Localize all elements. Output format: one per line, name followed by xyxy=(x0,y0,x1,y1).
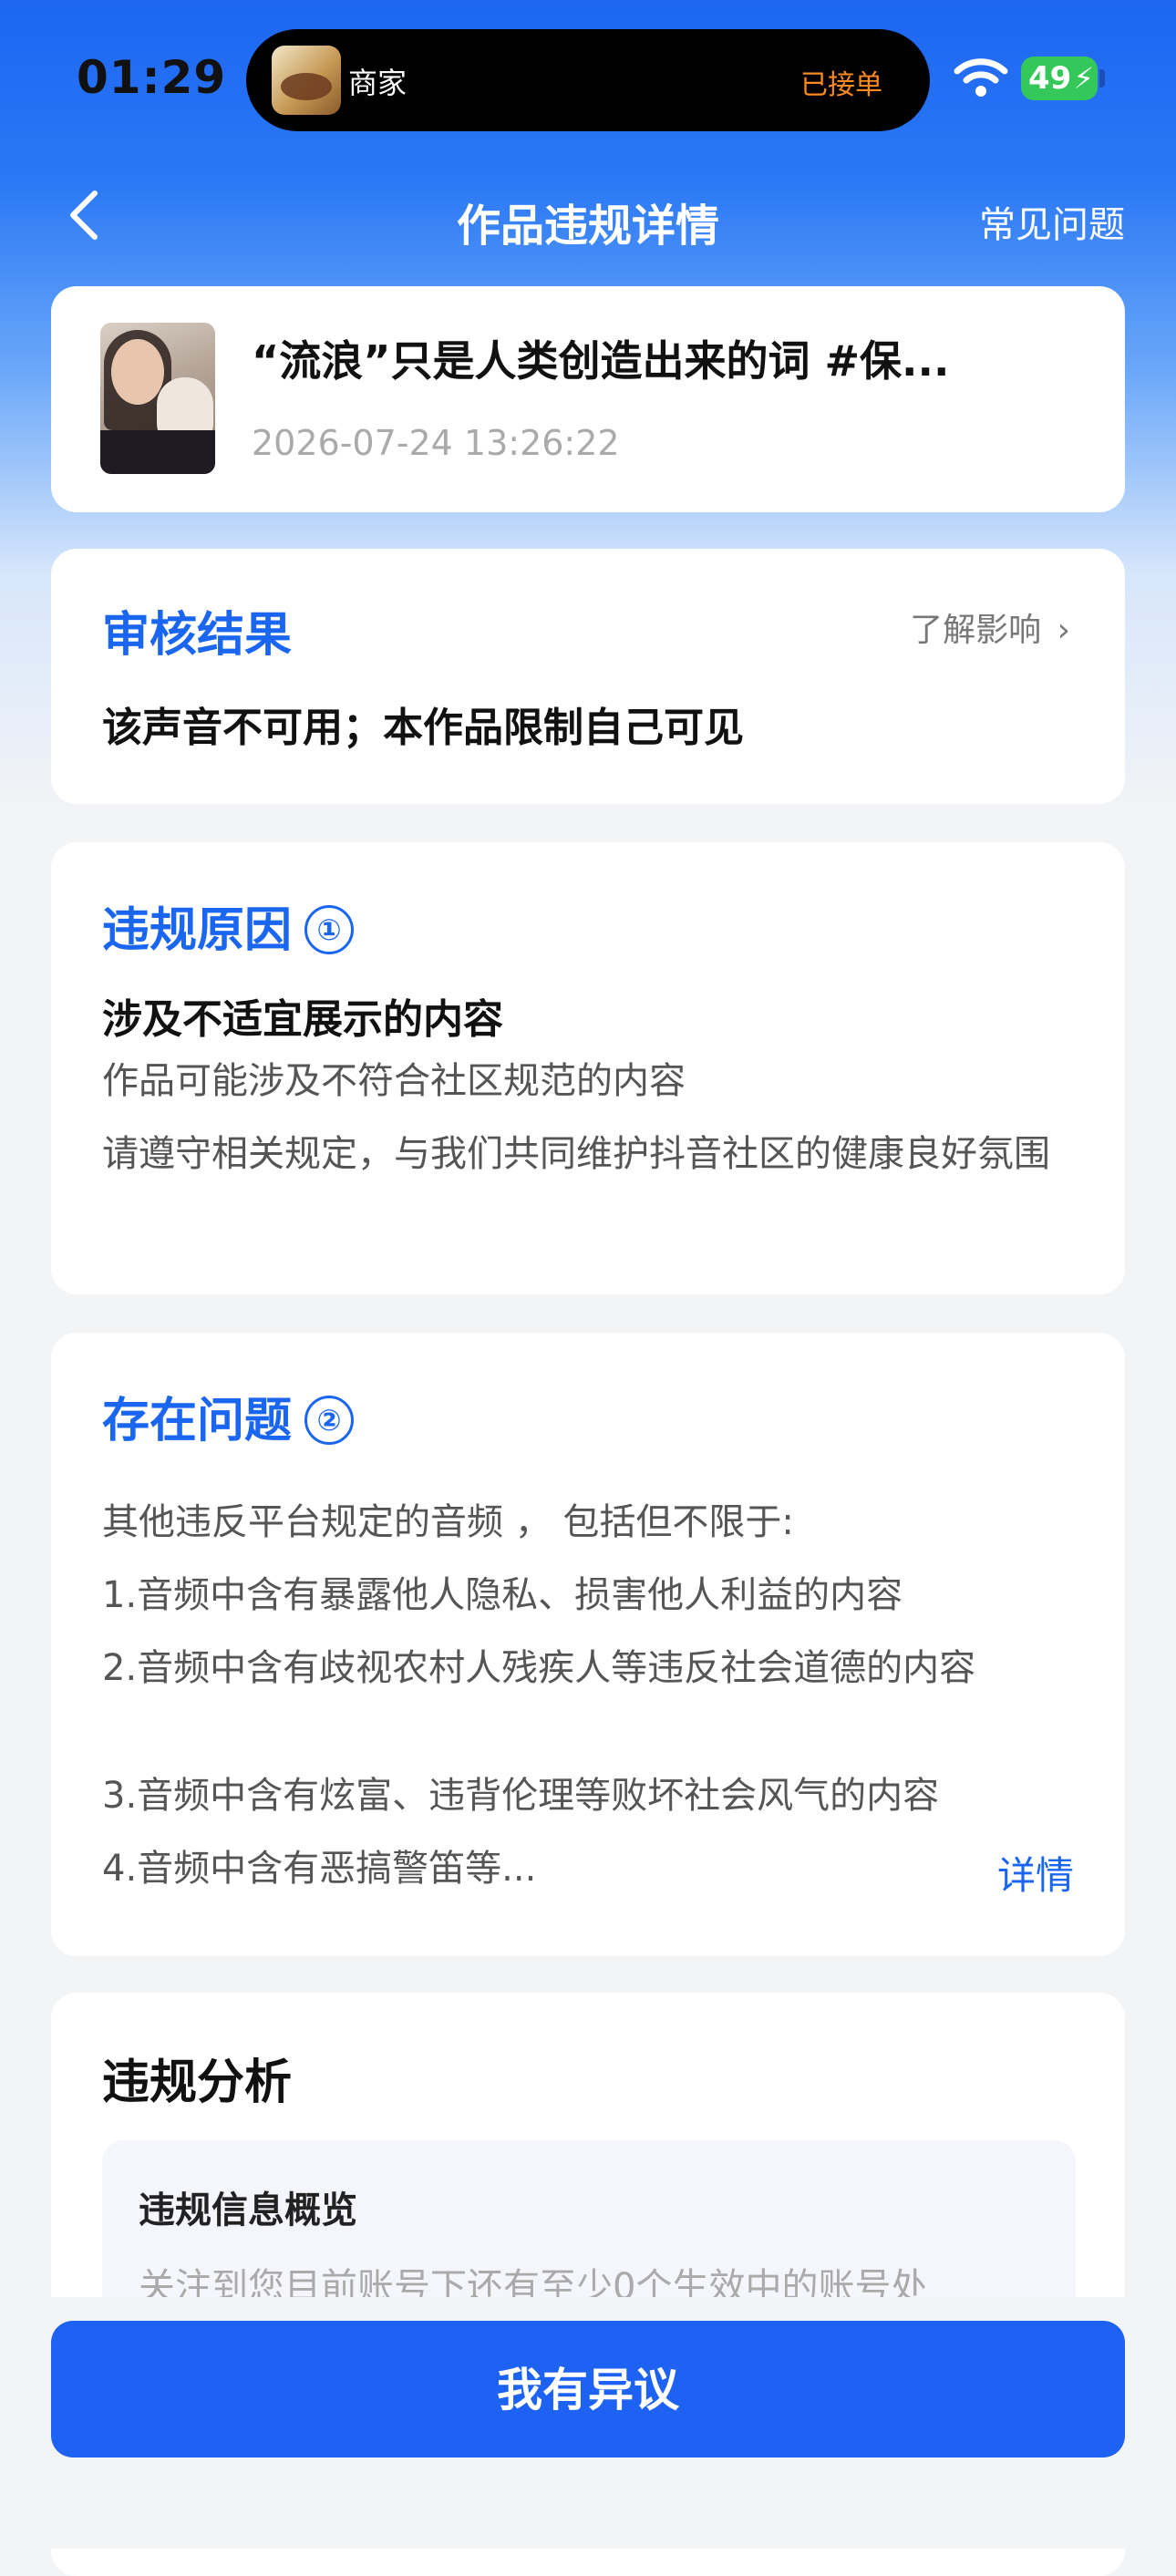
island-order-status: 已接单 xyxy=(800,69,882,101)
step-one-badge: ① xyxy=(304,905,355,954)
appeal-button[interactable]: 我有异议 xyxy=(51,2321,1125,2458)
learn-impact-label: 了解影响 xyxy=(910,612,1042,649)
violation-reason-line: 作品可能涉及不符合社区规范的内容 xyxy=(102,1060,686,1102)
review-result-title: 审核结果 xyxy=(102,608,293,663)
issues-intro: 其他违反平台规定的音频 ， 包括但不限于: xyxy=(102,1501,794,1543)
battery-level: 49 xyxy=(1028,60,1072,97)
island-merchant-label: 商家 xyxy=(348,66,407,100)
violation-reason-header: 违规原因 ① xyxy=(102,891,355,960)
video-title: “流浪”只是人类创造出来的词 #保... xyxy=(252,336,950,386)
video-card[interactable]: “流浪”只是人类创造出来的词 #保... 2026-07-24 13:26:22 xyxy=(51,286,1125,512)
existing-issues-header: 存在问题 ② xyxy=(102,1382,355,1450)
violation-reason-title: 违规原因 xyxy=(102,903,293,958)
review-result-card: 审核结果 了解影响 › 该声音不可用；本作品限制自己可见 xyxy=(51,549,1125,804)
issue-item: 3.音频中含有炫富、违背伦理等败坏社会风气的内容 xyxy=(102,1775,940,1817)
battery-icon: 49 ⚡ xyxy=(1021,57,1098,100)
bottom-action-bar: 我有异议 xyxy=(0,2297,1176,2549)
violation-analysis-title: 违规分析 xyxy=(102,2056,293,2110)
status-time: 01:29 xyxy=(77,51,227,104)
violation-reason-heading: 涉及不适宜展示的内容 xyxy=(102,996,503,1043)
faq-link[interactable]: 常见问题 xyxy=(979,195,1125,248)
existing-issues-card: 存在问题 ② 其他违反平台规定的音频 ， 包括但不限于: 1.音频中含有暴露他人隐… xyxy=(51,1333,1125,1956)
violation-overview-title: 违规信息概览 xyxy=(139,2190,357,2231)
issue-details-link[interactable]: 详情 xyxy=(997,1845,1074,1901)
issue-item: 1.音频中含有暴露他人隐私、损害他人利益的内容 xyxy=(102,1574,903,1616)
charging-bolt-icon: ⚡ xyxy=(1073,61,1094,96)
dynamic-island[interactable]: 商家 已接单 xyxy=(246,29,930,131)
video-thumbnail xyxy=(100,323,215,474)
issue-item: 2.音频中含有歧视农村人残疾人等违反社会道德的内容 xyxy=(102,1647,976,1689)
food-thumbnail-icon xyxy=(272,46,341,115)
review-result-text: 该声音不可用；本作品限制自己可见 xyxy=(102,705,744,751)
wifi-icon xyxy=(954,58,1008,97)
status-bar: 01:29 商家 已接单 49 ⚡ xyxy=(0,0,1176,164)
violation-reason-card: 违规原因 ① 涉及不适宜展示的内容 作品可能涉及不符合社区规范的内容 请遵守相关规… xyxy=(51,842,1125,1294)
battery-cap-icon xyxy=(1099,69,1105,88)
violation-reason-line: 请遵守相关规定，与我们共同维护抖音社区的健康良好氛围 xyxy=(102,1133,1050,1175)
step-two-badge: ② xyxy=(304,1396,355,1445)
issue-item: 4.音频中含有恶搞警笛等... xyxy=(102,1848,537,1890)
learn-impact-link[interactable]: 了解影响 › xyxy=(910,603,1070,651)
existing-issues-title: 存在问题 xyxy=(102,1394,293,1448)
chevron-right-icon: › xyxy=(1057,612,1070,649)
video-timestamp: 2026-07-24 13:26:22 xyxy=(252,423,620,463)
nav-bar: 作品违规详情 常见问题 xyxy=(0,164,1176,264)
